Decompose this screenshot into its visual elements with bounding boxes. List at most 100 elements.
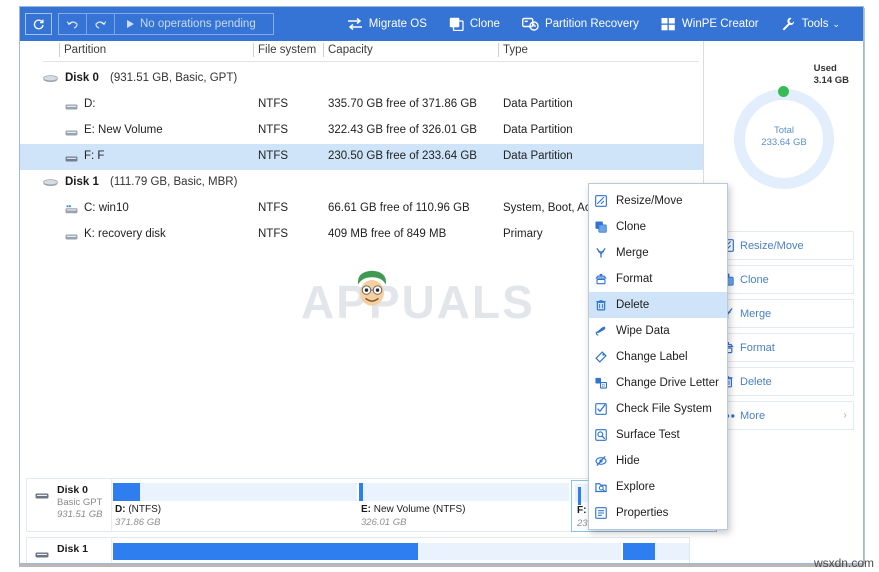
disk-map-segment-k[interactable] (623, 543, 689, 560)
table-row-partition-d[interactable]: D: NTFS 335.70 GB free of 371.86 GB Data… (20, 92, 703, 118)
action-more-button[interactable]: More › (713, 401, 854, 430)
surface-test-icon (595, 429, 616, 441)
partition-name: D: (84, 98, 96, 110)
partition-capacity: 322.43 GB free of 326.01 GB (328, 124, 477, 136)
format-icon (595, 273, 616, 285)
tools-button[interactable]: Tools ⌄ (770, 7, 851, 41)
properties-icon (595, 507, 616, 519)
column-header-capacity[interactable]: Capacity (328, 44, 373, 56)
menu-item-label: Change Label (616, 351, 688, 363)
menu-item-check-file-system[interactable]: Check File System (589, 396, 727, 422)
winpe-creator-label: WinPE Creator (681, 18, 759, 30)
partition-type: Data Partition (503, 150, 573, 162)
table-row-partition-e[interactable]: E: New Volume NTFS 322.43 GB free of 326… (20, 118, 703, 144)
action-format-button[interactable]: Format (713, 333, 854, 362)
hide-icon (595, 455, 616, 467)
menu-item-clone[interactable]: Clone (589, 214, 727, 240)
action-clone-button[interactable]: Clone (713, 265, 854, 294)
menu-item-resize-move[interactable]: Resize/Move (589, 188, 727, 214)
table-row-partition-f[interactable]: F: F NTFS 230.50 GB free of 233.64 GB Da… (20, 144, 703, 170)
column-divider (59, 43, 60, 57)
column-header-filesystem[interactable]: File system (258, 44, 316, 56)
refresh-button[interactable] (25, 13, 52, 35)
menu-item-label: Merge (616, 247, 649, 259)
menu-item-properties[interactable]: Properties (589, 500, 727, 526)
menu-item-label: Hide (616, 455, 640, 467)
donut-total-value: 233.64 GB (761, 137, 807, 148)
winpe-creator-button[interactable]: WinPE Creator (650, 7, 770, 41)
partition-type: Data Partition (503, 124, 573, 136)
appuals-watermark: APPUALS (301, 276, 535, 328)
partition-name: K: recovery disk (84, 228, 166, 240)
menu-item-hide[interactable]: Hide (589, 448, 727, 474)
segment-name: (NTFS) (125, 504, 162, 515)
disk-map-segment-c[interactable] (113, 543, 621, 560)
column-header-type[interactable]: Type (503, 44, 528, 56)
disk-map-card-disk1[interactable]: Disk 1 (26, 537, 690, 563)
disk-map-size: 931.51 GB (57, 509, 103, 520)
column-header-partition[interactable]: Partition (64, 44, 106, 56)
menu-item-label: Change Drive Letter (616, 377, 719, 389)
menu-item-merge[interactable]: Merge (589, 240, 727, 266)
segment-size: 326.01 GB (361, 517, 407, 528)
toolbar-ops-group: No operations pending (58, 13, 274, 35)
tools-label: Tools (801, 18, 829, 30)
menu-item-label: Clone (616, 221, 647, 233)
partition-recovery-icon (521, 17, 539, 31)
disk-map-segment-e[interactable]: E: New Volume (NTFS) 326.01 GB (359, 483, 569, 529)
segment-bar (113, 543, 621, 560)
redo-icon (95, 20, 107, 29)
svg-text:D: D (602, 383, 606, 388)
menu-item-label: Explore (616, 481, 655, 493)
menu-item-delete[interactable]: Delete (589, 292, 727, 318)
action-delete-button[interactable]: Delete (713, 367, 854, 396)
partition-type: Data Partition (503, 98, 573, 110)
partition-context-menu: Resize/Move Clone Merge Format Delete Wi… (588, 183, 728, 530)
donut-used-label: Used (813, 63, 837, 74)
redo-button[interactable] (87, 14, 115, 34)
disk-small-icon (35, 546, 49, 563)
menu-item-wipe-data[interactable]: Wipe Data (589, 318, 727, 344)
disk-meta: (111.79 GB, Basic, MBR) (110, 176, 238, 188)
segment-used-fill (359, 483, 364, 501)
trash-icon (595, 299, 616, 311)
migrate-os-button[interactable]: Migrate OS (336, 7, 438, 41)
disk-map-name: Disk 0 (57, 484, 88, 496)
action-label: Resize/Move (740, 239, 804, 252)
app-window: No operations pending Migrate OS Clone P… (19, 6, 864, 564)
partition-name: F: F (84, 150, 105, 162)
undo-button[interactable] (59, 14, 87, 34)
segment-letter: E: (361, 504, 371, 515)
clone-icon (595, 221, 616, 233)
disk-map-info-disk0: Disk 0 Basic GPT 931.51 GB (27, 479, 112, 531)
menu-item-change-drive-letter[interactable]: D Change Drive Letter (589, 370, 727, 396)
partition-icon (65, 102, 78, 114)
segment-label: E: New Volume (NTFS) (361, 504, 465, 515)
action-label: More (740, 409, 766, 422)
action-merge-button[interactable]: Merge (713, 299, 854, 328)
menu-item-format[interactable]: Format (589, 266, 727, 292)
donut-used-group: Used 3.14 GB (814, 63, 849, 87)
disk-icon (43, 74, 58, 87)
menu-item-change-label[interactable]: Change Label (589, 344, 727, 370)
menu-item-surface-test[interactable]: Surface Test (589, 422, 727, 448)
action-button-list: Resize/Move Clone Merge Format Delete Mo… (713, 231, 854, 435)
action-resize-move-button[interactable]: Resize/Move (713, 231, 854, 260)
action-label: Delete (740, 375, 772, 388)
menu-item-explore[interactable]: Explore (589, 474, 727, 500)
menu-item-label: Delete (616, 299, 650, 311)
donut-total-group: Total 233.64 GB (734, 125, 834, 149)
apply-pending-button[interactable]: No operations pending (115, 14, 273, 34)
partition-recovery-button[interactable]: Partition Recovery (511, 7, 650, 41)
capacity-donut-chart: Total 233.64 GB Used 3.14 GB (712, 63, 855, 213)
menu-item-label: Resize/Move (616, 195, 683, 207)
segment-bar (623, 543, 689, 560)
disk-map-info-disk1: Disk 1 (27, 538, 112, 563)
menu-item-label: Wipe Data (616, 325, 670, 337)
disk-map-segment-d[interactable]: D: (NTFS) 371.86 GB (113, 483, 357, 529)
partition-recovery-label: Partition Recovery (544, 18, 639, 30)
appuals-mascot-icon (358, 270, 386, 306)
table-row-disk0[interactable]: Disk 0 (931.51 GB, Basic, GPT) (20, 66, 703, 92)
segment-used-fill (113, 543, 418, 560)
clone-button[interactable]: Clone (438, 7, 511, 41)
